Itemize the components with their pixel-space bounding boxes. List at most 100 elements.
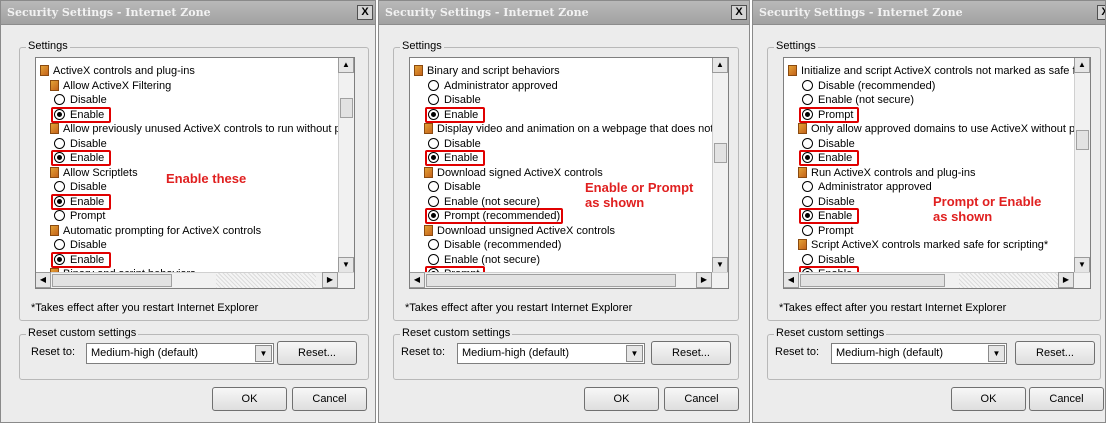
- vertical-scrollbar[interactable]: ▲ ▼: [338, 58, 354, 273]
- radio-button[interactable]: [428, 181, 439, 192]
- radio-button[interactable]: [54, 239, 65, 250]
- hscroll-thumb[interactable]: [426, 274, 676, 287]
- radio-button[interactable]: [54, 94, 65, 105]
- dialog-title: Security Settings - Internet Zone: [385, 6, 589, 19]
- annotation-text: Prompt or Enable as shown: [933, 194, 1042, 224]
- tree-item-label: Disable: [818, 137, 855, 150]
- radio-button[interactable]: [802, 224, 813, 236]
- settings-group-icon: [424, 166, 433, 178]
- reset-level-value: Medium-high (default): [462, 347, 569, 359]
- scroll-up-icon[interactable]: ▲: [712, 58, 728, 73]
- title-bar[interactable]: Security Settings - Internet Zone X: [1, 1, 375, 25]
- restart-note: *Takes effect after you restart Internet…: [779, 302, 1007, 314]
- scroll-left-icon[interactable]: ◀: [410, 272, 425, 288]
- reset-to-label: Reset to:: [31, 346, 76, 358]
- scroll-up-icon[interactable]: ▲: [1074, 58, 1090, 73]
- dialog-title: Security Settings - Internet Zone: [7, 6, 211, 19]
- radio-button[interactable]: [802, 181, 813, 192]
- radio-button[interactable]: [802, 253, 813, 265]
- radio-button[interactable]: [802, 195, 813, 207]
- scroll-right-icon[interactable]: ▶: [1058, 272, 1074, 288]
- settings-group-icon: [50, 224, 59, 236]
- radio-button[interactable]: [802, 137, 813, 149]
- scroll-right-icon[interactable]: ▶: [696, 272, 712, 288]
- scroll-thumb[interactable]: [714, 143, 727, 163]
- radio-button[interactable]: [54, 181, 65, 192]
- tree-item-label: Download unsigned ActiveX controls: [437, 224, 615, 237]
- tree-item-label: Disable (recommended): [444, 239, 562, 251]
- title-bar[interactable]: Security Settings - Internet Zone X: [753, 1, 1105, 25]
- reset-level-select[interactable]: Medium-high (default) ▼: [457, 343, 645, 364]
- scroll-up-icon[interactable]: ▲: [338, 58, 354, 73]
- horizontal-scrollbar[interactable]: ◀ ▶: [410, 272, 728, 288]
- reset-button[interactable]: Reset...: [277, 341, 357, 365]
- ok-button[interactable]: OK: [951, 387, 1026, 411]
- tree-item-label: Disable: [444, 181, 481, 193]
- highlight-box: [51, 150, 111, 166]
- radio-button[interactable]: [428, 239, 439, 250]
- horizontal-scrollbar[interactable]: ◀ ▶: [36, 272, 354, 288]
- radio-button[interactable]: [428, 79, 439, 91]
- title-bar[interactable]: Security Settings - Internet Zone X: [379, 1, 749, 25]
- chevron-down-icon[interactable]: ▼: [988, 345, 1005, 362]
- radio-button[interactable]: [54, 137, 65, 149]
- ok-button[interactable]: OK: [212, 387, 287, 411]
- scroll-down-icon[interactable]: ▼: [712, 257, 728, 273]
- radio-button[interactable]: [54, 210, 65, 221]
- tree-item-label: Administrator approved: [444, 79, 558, 92]
- close-icon[interactable]: X: [357, 5, 373, 20]
- scroll-right-icon[interactable]: ▶: [322, 272, 338, 288]
- tree-item-label: Disable: [70, 181, 107, 193]
- scroll-thumb[interactable]: [1076, 130, 1089, 150]
- reset-level-select[interactable]: Medium-high (default) ▼: [86, 343, 274, 364]
- reset-button[interactable]: Reset...: [1015, 341, 1095, 365]
- reset-level-select[interactable]: Medium-high (default) ▼: [831, 343, 1007, 364]
- close-icon[interactable]: X: [731, 5, 747, 20]
- chevron-down-icon[interactable]: ▼: [255, 345, 272, 362]
- cancel-button[interactable]: Cancel: [664, 387, 739, 411]
- scroll-down-icon[interactable]: ▼: [338, 257, 354, 273]
- hscroll-thumb[interactable]: [52, 274, 172, 287]
- scroll-down-icon[interactable]: ▼: [1074, 257, 1090, 273]
- highlight-box: [51, 193, 111, 210]
- radio-button[interactable]: [802, 94, 813, 105]
- radio-button[interactable]: [802, 79, 813, 91]
- scroll-left-icon[interactable]: ◀: [36, 272, 51, 288]
- settings-tree[interactable]: Binary and script behaviors Administrator…: [409, 57, 729, 289]
- close-icon[interactable]: X: [1097, 5, 1105, 20]
- hscroll-thumb[interactable]: [800, 274, 945, 287]
- dialog-title: Security Settings - Internet Zone: [759, 6, 963, 19]
- horizontal-scrollbar[interactable]: ◀ ▶: [784, 272, 1090, 288]
- highlight-box: [799, 150, 859, 166]
- cancel-button[interactable]: Cancel: [292, 387, 367, 411]
- highlight-box: [799, 208, 859, 224]
- tree-item-label: Disable: [70, 239, 107, 251]
- security-settings-dialog-1: Security Settings - Internet Zone X Sett…: [0, 0, 376, 423]
- radio-button[interactable]: [428, 253, 439, 265]
- tree-item-label: Enable (not secure): [818, 94, 914, 106]
- settings-group-icon: [50, 79, 59, 91]
- tree-item-label: Disable: [818, 253, 855, 266]
- tree-item-label: ActiveX controls and plug-ins: [53, 65, 195, 77]
- highlight-box: [425, 208, 563, 224]
- vertical-scrollbar[interactable]: ▲ ▼: [712, 58, 728, 273]
- security-settings-dialog-2: Security Settings - Internet Zone X Sett…: [378, 0, 750, 423]
- scroll-thumb[interactable]: [340, 98, 353, 118]
- radio-button[interactable]: [428, 195, 439, 207]
- ok-button[interactable]: OK: [584, 387, 659, 411]
- cancel-button[interactable]: Cancel: [1029, 387, 1104, 411]
- chevron-down-icon[interactable]: ▼: [626, 345, 643, 362]
- reset-button[interactable]: Reset...: [651, 341, 731, 365]
- tree-item-label: Disable: [70, 94, 107, 106]
- scroll-left-icon[interactable]: ◀: [784, 272, 799, 288]
- radio-button[interactable]: [428, 137, 439, 149]
- settings-group-icon: [798, 166, 807, 178]
- vertical-scrollbar[interactable]: ▲ ▼: [1074, 58, 1090, 273]
- settings-tree[interactable]: Initialize and script ActiveX controls n…: [783, 57, 1091, 289]
- tree-item-label: Initialize and script ActiveX controls n…: [801, 65, 1091, 77]
- settings-group-icon: [40, 65, 49, 76]
- settings-legend: Settings: [26, 40, 70, 52]
- settings-group-icon: [424, 224, 433, 236]
- restart-note: *Takes effect after you restart Internet…: [405, 302, 633, 314]
- radio-button[interactable]: [428, 94, 439, 105]
